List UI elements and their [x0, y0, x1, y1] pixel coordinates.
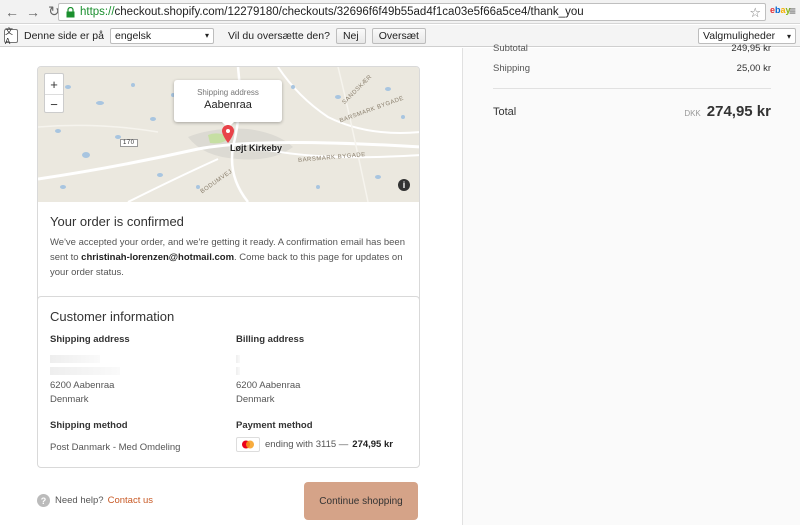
- shipping-method-value: Post Danmark - Med Omdeling: [50, 442, 181, 453]
- redacted-text: [236, 367, 240, 375]
- contact-us-link[interactable]: Contact us: [108, 495, 153, 506]
- main-content: BARSMARK BYGADE SANDSKÆR BARSMARK BYGADE…: [0, 48, 462, 525]
- road-number-label: 170: [120, 139, 138, 147]
- back-icon[interactable]: ←: [3, 3, 21, 21]
- translate-question: Vil du oversætte den?: [227, 29, 330, 42]
- bookmark-star-icon[interactable]: ☆: [749, 5, 761, 21]
- help-section: ? Need help? Contact us: [37, 494, 153, 507]
- shipping-method-block: Shipping method Post Danmark - Med Omdel…: [50, 419, 220, 455]
- translate-icon: 文A: [4, 27, 18, 46]
- mastercard-icon: [236, 437, 260, 452]
- shipping-row: Shipping 25,00 kr: [493, 63, 771, 74]
- customer-information-card: Customer information Shipping address 62…: [37, 296, 420, 468]
- billing-country: Denmark: [236, 394, 275, 405]
- popup-label: Shipping address: [197, 88, 259, 97]
- subtotal-label: Subtotal: [493, 43, 528, 54]
- forward-icon[interactable]: →: [24, 3, 42, 21]
- shipping-value: 25,00 kr: [736, 63, 771, 74]
- confirmation-text: We've accepted your order, and we're get…: [50, 235, 410, 280]
- confirmation-email: christinah-lorenzen@hotmail.com: [81, 252, 235, 263]
- url-path: checkout.shopify.com/12279180/checkouts/…: [114, 6, 584, 18]
- shipping-label: Shipping: [493, 63, 530, 74]
- order-summary: Subtotal 249,95 kr Shipping 25,00 kr Tot…: [462, 43, 800, 525]
- language-select[interactable]: engelsk ▾: [109, 27, 214, 44]
- redacted-text: [50, 367, 120, 375]
- billing-address-block: Billing address 6200 Aabenraa Denmark: [236, 333, 406, 407]
- summary-divider: [493, 88, 771, 89]
- payment-method-value: ending with 3115 — 274,95 kr: [236, 437, 416, 452]
- billing-city: 6200 Aabenraa: [236, 380, 301, 391]
- town-label: Løjt Kirkeby: [230, 143, 283, 153]
- payment-card-text: ending with 3115 —: [265, 438, 349, 450]
- url-scheme: https://: [80, 6, 115, 18]
- confirmation-title: Your order is confirmed: [50, 214, 184, 229]
- chevron-down-icon: ▾: [204, 31, 209, 40]
- translate-button[interactable]: Oversæt: [371, 27, 426, 44]
- total-amount: DKK 274,95 kr: [684, 103, 771, 120]
- total-row: Total DKK 274,95 kr: [493, 103, 771, 120]
- chevron-down-icon: ▾: [786, 31, 791, 41]
- browser-toolbar: ← → ↻ https:// checkout.shopify.com/1227…: [0, 0, 800, 24]
- confirmation-section: Your order is confirmed We've accepted y…: [50, 214, 410, 280]
- no-button[interactable]: Nej: [335, 27, 366, 44]
- shipping-address-popup: Shipping address Aabenraa: [174, 80, 282, 128]
- ebay-extension-icon[interactable]: ebay: [770, 5, 791, 15]
- shipping-address-label: Shipping address: [50, 334, 130, 345]
- question-icon: ?: [37, 494, 50, 507]
- total-label: Total: [493, 105, 517, 118]
- lock-icon: [63, 5, 77, 19]
- shipping-city: 6200 Aabenraa: [50, 380, 115, 391]
- shipping-method-label: Shipping method: [50, 420, 128, 431]
- customer-information-title: Customer information: [50, 309, 175, 324]
- continue-shopping-button[interactable]: Continue shopping: [304, 482, 418, 520]
- currency-code: DKK: [684, 109, 701, 118]
- shipping-map[interactable]: BARSMARK BYGADE SANDSKÆR BARSMARK BYGADE…: [38, 67, 419, 202]
- shipping-country: Denmark: [50, 394, 89, 405]
- payment-amount: 274,95 kr: [352, 438, 393, 450]
- zoom-out-button[interactable]: −: [45, 94, 63, 114]
- address-bar[interactable]: https:// checkout.shopify.com/12279180/c…: [58, 3, 766, 21]
- total-value: 274,95 kr: [706, 103, 771, 120]
- options-select[interactable]: Valgmuligheder ▾: [698, 28, 796, 44]
- popup-city: Aabenraa: [204, 99, 252, 111]
- help-text: Need help?: [55, 495, 104, 506]
- zoom-in-button[interactable]: +: [45, 74, 63, 94]
- subtotal-row: Subtotal 249,95 kr: [493, 43, 771, 54]
- language-value: engelsk: [114, 29, 152, 42]
- redacted-text: [236, 355, 240, 363]
- payment-method-label: Payment method: [236, 420, 313, 431]
- options-label: Valgmuligheder: [703, 30, 776, 42]
- redacted-text: [50, 355, 100, 363]
- map-zoom-control: + −: [44, 73, 64, 113]
- map-info-icon[interactable]: i: [398, 179, 410, 191]
- browser-menu-icon[interactable]: ≡: [789, 4, 799, 18]
- subtotal-value: 249,95 kr: [731, 43, 771, 54]
- billing-address-label: Billing address: [236, 334, 305, 345]
- payment-method-block: Payment method ending with 3115 — 274,95…: [236, 419, 416, 452]
- translate-prefix: Denne side er på: [24, 29, 104, 42]
- shipping-address-block: Shipping address 6200 Aabenraa Denmark: [50, 333, 220, 407]
